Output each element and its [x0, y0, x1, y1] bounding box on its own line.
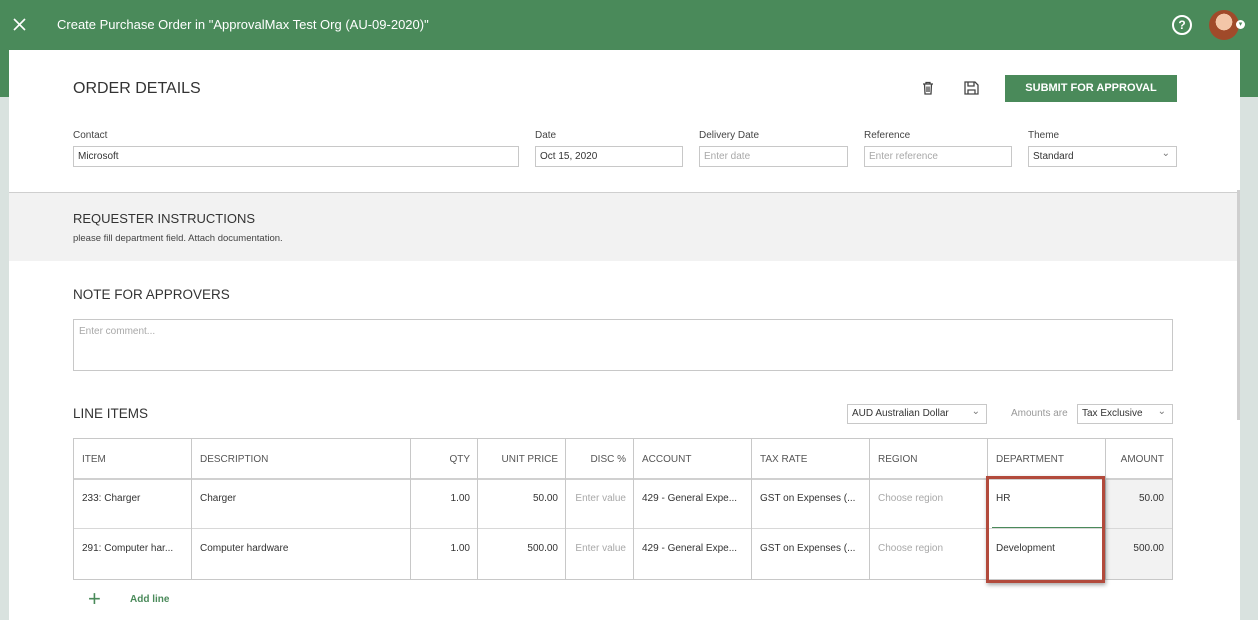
row1-unit-price[interactable]: 50.00: [478, 493, 566, 504]
row2-unit-price[interactable]: 500.00: [478, 543, 566, 554]
col-department: DEPARTMENT: [996, 454, 1064, 465]
requester-instructions: [9, 193, 1237, 261]
comment-input[interactable]: Enter comment...: [73, 319, 1173, 371]
col-divider: [1105, 439, 1106, 579]
col-account: ACCOUNT: [642, 454, 692, 465]
col-qty: QTY: [449, 454, 470, 465]
trash-icon[interactable]: [920, 80, 936, 101]
row1-disc[interactable]: Enter value: [566, 493, 634, 504]
col-disc: DISC %: [590, 454, 626, 465]
row2-disc[interactable]: Enter value: [566, 543, 634, 554]
order-details-heading: ORDER DETAILS: [73, 80, 201, 97]
row1-description[interactable]: Charger: [192, 493, 411, 504]
currency-select[interactable]: AUD Australian Dollar: [847, 404, 987, 424]
col-divider: [869, 439, 870, 579]
col-region: REGION: [878, 454, 918, 465]
col-tax-rate: TAX RATE: [760, 454, 808, 465]
row1-amount: 50.00: [1138, 493, 1164, 504]
chevron-down-icon[interactable]: ▾: [1236, 20, 1245, 29]
row2-region[interactable]: Choose region: [870, 543, 988, 554]
currency-value: AUD Australian Dollar: [852, 408, 949, 419]
col-divider: [191, 439, 192, 579]
title-bar: Create Purchase Order in "ApprovalMax Te…: [0, 0, 1258, 50]
header-divider: [74, 478, 1172, 480]
add-line-button[interactable]: + Add line: [88, 586, 208, 611]
theme-label: Theme: [1028, 130, 1060, 141]
col-amount: AMOUNT: [1120, 454, 1164, 465]
delivery-date-label: Delivery Date: [699, 130, 760, 141]
col-divider: [751, 439, 752, 579]
col-divider: [987, 439, 988, 579]
avatar[interactable]: [1209, 10, 1239, 40]
row1-department[interactable]: HR: [988, 493, 1106, 504]
col-item: ITEM: [82, 454, 106, 465]
department-focus-line: [992, 527, 1102, 528]
close-icon[interactable]: [10, 14, 30, 36]
date-field[interactable]: Oct 15, 2020: [535, 146, 683, 167]
row1-tax-rate[interactable]: GST on Expenses (...: [752, 493, 870, 504]
delivery-date-field[interactable]: Enter date: [699, 146, 848, 167]
row2-qty[interactable]: 1.00: [411, 543, 478, 554]
col-divider: [410, 439, 411, 579]
row2-department[interactable]: Development: [988, 543, 1106, 554]
window-title: Create Purchase Order in "ApprovalMax Te…: [57, 17, 429, 32]
amounts-are-label: Amounts are: [1011, 408, 1068, 419]
col-divider: [477, 439, 478, 579]
contact-field[interactable]: Microsoft: [73, 146, 519, 167]
row2-description[interactable]: Computer hardware: [192, 543, 411, 554]
row2-item[interactable]: 291: Computer har...: [74, 543, 192, 554]
row-divider: [74, 528, 1172, 529]
theme-select[interactable]: Standard: [1028, 146, 1177, 167]
tax-mode-select[interactable]: Tax Exclusive: [1077, 404, 1173, 424]
contact-label: Contact: [73, 130, 108, 141]
reference-label: Reference: [864, 130, 911, 141]
reference-field[interactable]: Enter reference: [864, 146, 1012, 167]
submit-for-approval-button[interactable]: SUBMIT FOR APPROVAL: [1005, 75, 1177, 102]
row1-account[interactable]: 429 - General Expe...: [634, 493, 752, 504]
help-icon[interactable]: ?: [1172, 15, 1192, 35]
theme-value: Standard: [1033, 151, 1074, 162]
tax-mode-value: Tax Exclusive: [1082, 408, 1143, 419]
line-items-heading: LINE ITEMS: [73, 406, 149, 421]
add-line-label: Add line: [130, 594, 170, 605]
instructions-text: please fill department field. Attach doc…: [73, 233, 283, 244]
line-items-table: ITEM DESCRIPTION QTY UNIT PRICE DISC % A…: [73, 438, 1173, 580]
plus-icon: +: [88, 586, 101, 611]
col-divider: [633, 439, 634, 579]
row1-region[interactable]: Choose region: [870, 493, 988, 504]
save-icon[interactable]: [963, 80, 980, 101]
row1-qty[interactable]: 1.00: [411, 493, 478, 504]
row2-account[interactable]: 429 - General Expe...: [634, 543, 752, 554]
col-description: DESCRIPTION: [200, 454, 269, 465]
scrollbar[interactable]: [1237, 190, 1240, 420]
note-heading: NOTE FOR APPROVERS: [73, 287, 230, 302]
row2-tax-rate[interactable]: GST on Expenses (...: [752, 543, 870, 554]
row1-item[interactable]: 233: Charger: [74, 493, 192, 504]
instructions-heading: REQUESTER INSTRUCTIONS: [73, 211, 256, 226]
date-label: Date: [535, 130, 557, 141]
col-divider: [565, 439, 566, 579]
row2-amount: 500.00: [1133, 543, 1164, 554]
col-unit-price: UNIT PRICE: [501, 454, 559, 465]
